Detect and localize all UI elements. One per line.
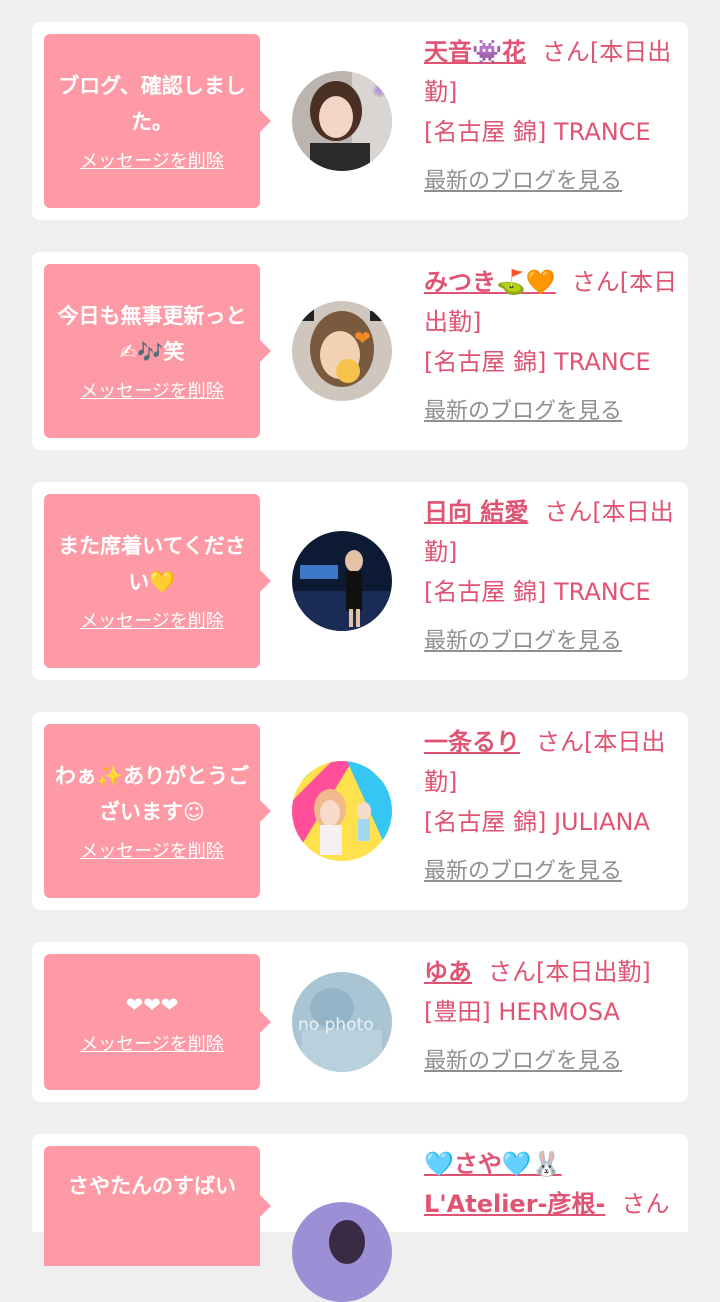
message-card: ブログ、確認しました。 メッセージを削除 ✺ 天音👾花 さん[本日出勤] [名古屋… (32, 22, 688, 220)
delete-message-link[interactable]: メッセージを削除 (80, 380, 224, 404)
message-text: わぁ✨ありがとうございます☺ (54, 764, 250, 824)
delete-message-link[interactable]: メッセージを削除 (80, 840, 224, 864)
girl-info: 一条るり さん[本日出勤] [名古屋 錦] JULIANA 最新のブログを見る (424, 722, 680, 890)
message-card: また席着いてください💛 メッセージを削除 日向 結愛 さん[本日出勤] [名古屋 … (32, 482, 688, 680)
message-text: さやたんのすばい (68, 1174, 236, 1198)
shop-name: [名古屋 錦] TRANCE (424, 348, 651, 376)
girl-info: みつき⛳🧡 さん[本日出勤] [名古屋 錦] TRANCE 最新のブログを見る (424, 262, 680, 430)
delete-message-link[interactable]: メッセージを削除 (80, 610, 224, 634)
shop-name: [名古屋 錦] TRANCE (424, 578, 651, 606)
girl-name-link[interactable]: 一条るり (424, 728, 520, 756)
latest-blog-link[interactable]: 最新のブログを見る (424, 164, 680, 200)
girl-avatar[interactable]: ✺ (292, 71, 392, 171)
message-bubble: ❤❤❤ メッセージを削除 (44, 954, 271, 1090)
message-card: さやたんのすばい 🩵さや🩵🐰 L'Atelier-彦根- さん (32, 1134, 688, 1302)
honorific-label: さん (541, 38, 590, 66)
message-text: また席着いてください💛 (58, 534, 246, 594)
latest-blog-link[interactable]: 最新のブログを見る (424, 394, 680, 430)
message-card: ❤❤❤ メッセージを削除 no photo ゆあ さん[本日出勤] [豊田] HE… (32, 942, 688, 1102)
svg-text:❤: ❤ (354, 326, 371, 350)
attendance-status: [本日出勤] (536, 958, 651, 986)
message-bubble: わぁ✨ありがとうございます☺ メッセージを削除 (44, 724, 271, 898)
girl-avatar[interactable] (292, 531, 392, 631)
message-bubble: ブログ、確認しました。 メッセージを削除 (44, 34, 271, 208)
girl-name-link[interactable]: 日向 結愛 (424, 498, 528, 526)
girl-avatar[interactable] (292, 761, 392, 861)
girl-avatar[interactable]: ❤ (292, 301, 392, 401)
girl-info: ゆあ さん[本日出勤] [豊田] HERMOSA 最新のブログを見る (424, 952, 680, 1080)
message-card: わぁ✨ありがとうございます☺ メッセージを削除 一条るり さん[本日出勤] [名古… (32, 712, 688, 910)
latest-blog-link[interactable]: 最新のブログを見る (424, 1044, 680, 1080)
girl-info: 日向 結愛 さん[本日出勤] [名古屋 錦] TRANCE 最新のブログを見る (424, 492, 680, 660)
message-card: 今日も無事更新っと✍🎶笑 メッセージを削除 ❤ みつき⛳🧡 さん[本日出勤] [名… (32, 252, 688, 450)
svg-text:✺: ✺ (372, 81, 387, 102)
girl-name-link[interactable]: みつき⛳🧡 (424, 268, 556, 296)
latest-blog-link[interactable]: 最新のブログを見る (424, 854, 680, 890)
message-bubble: また席着いてください💛 メッセージを削除 (44, 494, 271, 668)
message-text: ❤❤❤ (125, 993, 179, 1017)
honorific-label: さん (536, 728, 584, 756)
shop-name: [名古屋 錦] TRANCE (424, 118, 651, 146)
girl-name-link[interactable]: 天音👾花 (424, 38, 526, 66)
honorific-label: さん (571, 268, 620, 296)
girl-avatar[interactable] (292, 1202, 392, 1302)
girl-info: 天音👾花 さん[本日出勤] [名古屋 錦] TRANCE 最新のブログを見る (424, 32, 680, 200)
girl-info: 🩵さや🩵🐰 L'Atelier-彦根- さん (424, 1144, 680, 1224)
no-photo-label: no photo (298, 1015, 374, 1035)
message-text: 今日も無事更新っと✍🎶笑 (57, 304, 247, 364)
girl-name-link[interactable]: 🩵さや🩵🐰 (424, 1150, 562, 1178)
girl-avatar[interactable]: no photo (292, 972, 392, 1072)
message-bubble: さやたんのすばい (44, 1146, 271, 1266)
message-text: ブログ、確認しました。 (58, 74, 246, 134)
girl-shop-name-link[interactable]: L'Atelier-彦根- (424, 1190, 605, 1218)
delete-message-link[interactable]: メッセージを削除 (80, 150, 224, 174)
delete-message-link[interactable]: メッセージを削除 (80, 1033, 224, 1057)
honorific-label: さん (621, 1190, 670, 1218)
honorific-label: さん (544, 498, 593, 526)
latest-blog-link[interactable]: 最新のブログを見る (424, 624, 680, 660)
honorific-label: さん (488, 958, 536, 986)
message-bubble: 今日も無事更新っと✍🎶笑 メッセージを削除 (44, 264, 271, 438)
shop-name: [豊田] HERMOSA (424, 998, 620, 1026)
shop-name: [名古屋 錦] JULIANA (424, 808, 650, 836)
girl-name-link[interactable]: ゆあ (424, 958, 472, 986)
